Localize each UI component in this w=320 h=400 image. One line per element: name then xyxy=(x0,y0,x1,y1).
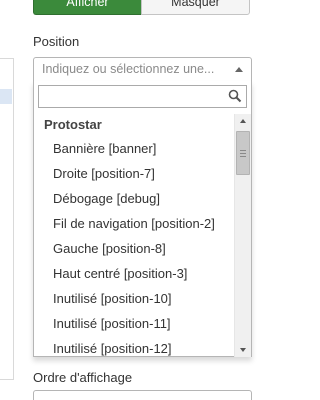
option-group-label: Protostar xyxy=(44,117,102,132)
position-label: Position xyxy=(33,34,80,49)
scroll-up-icon xyxy=(240,119,246,123)
list-item[interactable]: Inutilisé [position-11] xyxy=(34,311,233,336)
scroll-thumb[interactable] xyxy=(236,131,250,175)
list-item[interactable]: Débogage [debug] xyxy=(34,186,233,211)
position-select[interactable]: Indiquez ou sélectionnez une... xyxy=(33,57,252,82)
list-item[interactable]: Droite [position-7] xyxy=(34,161,233,186)
hide-button[interactable]: Masquer xyxy=(141,0,250,15)
dropdown-scrollbar[interactable] xyxy=(234,114,251,357)
position-select-placeholder: Indiquez ou sélectionnez une... xyxy=(42,62,215,76)
display-order-label: Ordre d'affichage xyxy=(33,370,133,385)
list-item[interactable]: Inutilisé [position-10] xyxy=(34,286,233,311)
visibility-toggle: Afficher Masquer xyxy=(33,0,250,15)
scroll-down-icon xyxy=(240,348,246,352)
background-panel xyxy=(0,58,14,380)
position-dropdown: Protostar Bannière [banner] Droite [posi… xyxy=(33,81,252,357)
scroll-up-button[interactable] xyxy=(235,114,251,128)
grip-line xyxy=(240,156,246,157)
grip-line xyxy=(240,150,246,151)
dropdown-search-field[interactable] xyxy=(38,85,247,108)
show-button[interactable]: Afficher xyxy=(33,0,141,15)
grip-line xyxy=(240,153,246,154)
list-item[interactable]: Haut centré [position-3] xyxy=(34,261,233,286)
list-item[interactable]: Fil de navigation [position-2] xyxy=(34,211,233,236)
scroll-down-button[interactable] xyxy=(235,343,251,357)
caret-up-icon xyxy=(235,67,243,72)
list-item[interactable]: Gauche [position-8] xyxy=(34,236,233,261)
list-item[interactable]: Inutilisé [position-12] xyxy=(34,336,233,357)
dropdown-search-input[interactable] xyxy=(39,86,246,107)
background-selected-row xyxy=(0,89,12,104)
option-list: Protostar Bannière [banner] Droite [posi… xyxy=(34,114,233,357)
display-order-select[interactable] xyxy=(33,390,252,400)
list-item[interactable]: Bannière [banner] xyxy=(34,136,233,161)
search-icon xyxy=(228,89,242,103)
